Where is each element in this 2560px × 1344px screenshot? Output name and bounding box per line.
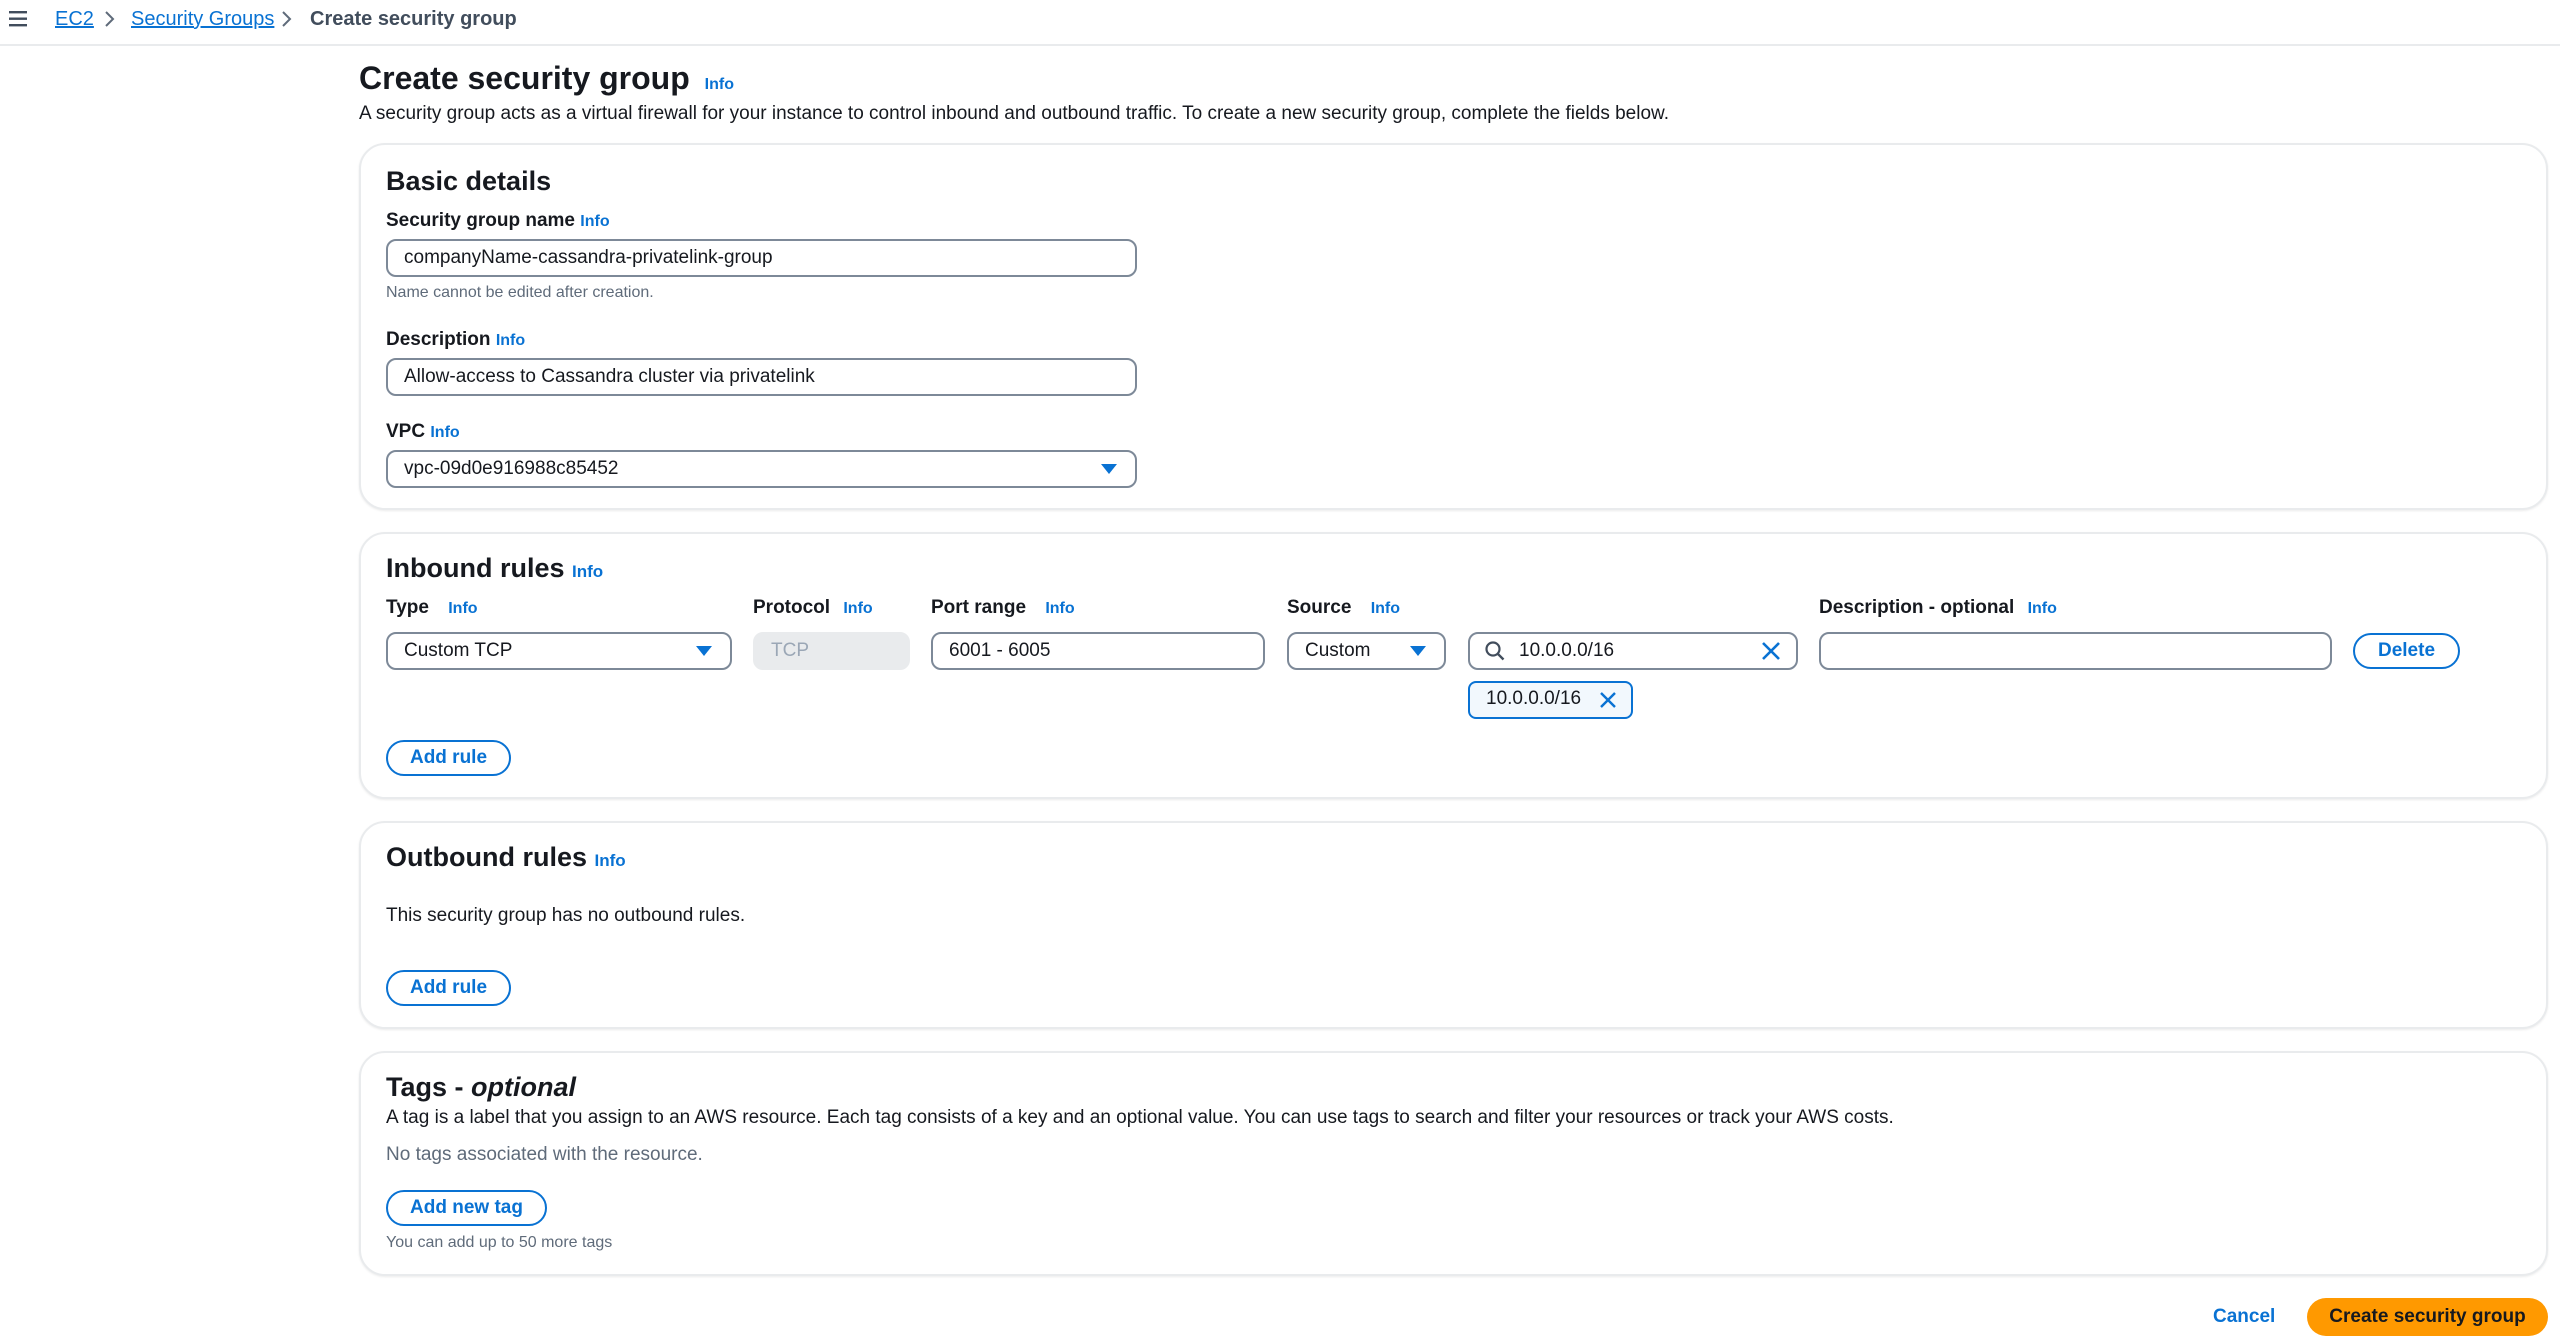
search-icon: [1485, 641, 1505, 661]
menu-icon[interactable]: [8, 8, 30, 30]
rule-type-select[interactable]: Custom TCP: [386, 632, 732, 670]
rule-description-input[interactable]: [1819, 632, 2332, 670]
inbound-add-rule-button[interactable]: Add rule: [386, 740, 511, 776]
security-group-name-hint: Name cannot be edited after creation.: [386, 284, 654, 301]
rule-description-column-label-text: Description - optional: [1819, 597, 2015, 618]
rule-description-info-link[interactable]: Info: [2028, 600, 2057, 617]
page-title-info-link[interactable]: Info: [705, 76, 734, 93]
source-info-link[interactable]: Info: [1371, 600, 1400, 617]
security-group-name-label: Security group name Info: [386, 209, 610, 234]
inbound-rules-heading: Inbound rules Info: [386, 551, 603, 589]
chevron-right-icon: [282, 11, 292, 27]
protocol-info-link[interactable]: Info: [843, 600, 872, 617]
security-group-name-info-link[interactable]: Info: [580, 213, 609, 230]
port-range-info-link[interactable]: Info: [1045, 600, 1074, 617]
caret-down-icon: [1410, 646, 1426, 656]
source-column-label-text: Source: [1287, 597, 1352, 618]
vpc-info-link[interactable]: Info: [430, 424, 459, 441]
description-input[interactable]: Allow-access to Cassandra cluster via pr…: [386, 358, 1137, 396]
type-column-label-text: Type: [386, 597, 429, 618]
caret-down-icon: [1101, 464, 1117, 474]
remove-token-icon[interactable]: [1597, 689, 1619, 711]
port-range-column-label: Port range Info: [931, 596, 1075, 621]
outbound-add-rule-button[interactable]: Add rule: [386, 970, 511, 1006]
page-description: A security group acts as a virtual firew…: [359, 103, 1669, 124]
breadcrumb-current: Create security group: [310, 8, 517, 30]
basic-details-heading: Basic details: [386, 166, 552, 196]
inbound-rules-info-link[interactable]: Info: [572, 562, 603, 581]
tags-heading: Tags - optional: [386, 1070, 576, 1104]
vpc-label: VPC Info: [386, 420, 460, 445]
inbound-rules-heading-text: Inbound rules: [386, 553, 565, 583]
chevron-right-icon: [105, 11, 115, 27]
page-title: Create security group Info: [359, 58, 734, 105]
rule-source-value: Custom: [1305, 640, 1371, 661]
vpc-select-value: vpc-09d0e916988c85452: [404, 458, 619, 479]
source-column-label: Source Info: [1287, 596, 1400, 621]
tags-empty-text: No tags associated with the resource.: [386, 1144, 703, 1165]
port-range-column-label-text: Port range: [931, 597, 1027, 618]
description-label-text: Description: [386, 329, 491, 350]
security-group-name-label-text: Security group name: [386, 210, 575, 231]
caret-down-icon: [696, 646, 712, 656]
tags-limit-hint: You can add up to 50 more tags: [386, 1234, 613, 1251]
page-title-text: Create security group: [359, 60, 690, 96]
security-group-name-input[interactable]: companyName-cassandra-privatelink-group: [386, 239, 1137, 277]
outbound-rules-info-link[interactable]: Info: [595, 851, 626, 870]
add-new-tag-button[interactable]: Add new tag: [386, 1190, 547, 1226]
vpc-label-text: VPC: [386, 421, 426, 442]
cidr-search-input[interactable]: 10.0.0.0/16: [1468, 632, 1798, 670]
rule-protocol-input: TCP: [753, 632, 910, 670]
breadcrumb-ec2[interactable]: EC2: [55, 7, 94, 31]
rule-type-value: Custom TCP: [404, 640, 513, 661]
description-label: Description Info: [386, 328, 525, 353]
breadcrumb-security-groups[interactable]: Security Groups: [131, 7, 274, 31]
tags-heading-text: Tags -: [386, 1072, 472, 1102]
description-info-link[interactable]: Info: [496, 332, 525, 349]
clear-input-icon[interactable]: [1759, 639, 1783, 663]
rule-description-column-label: Description - optional Info: [1819, 596, 2057, 621]
tags-heading-optional: optional: [471, 1072, 576, 1102]
protocol-column-label-text: Protocol: [753, 597, 831, 618]
type-column-label: Type Info: [386, 596, 478, 621]
cidr-search-value: 10.0.0.0/16: [1519, 640, 1615, 661]
vpc-select[interactable]: vpc-09d0e916988c85452: [386, 450, 1137, 488]
delete-rule-button[interactable]: Delete: [2353, 633, 2460, 669]
cancel-button[interactable]: Cancel: [2213, 1298, 2275, 1336]
create-security-group-button[interactable]: Create security group: [2307, 1298, 2548, 1336]
outbound-empty-text: This security group has no outbound rule…: [386, 905, 746, 926]
protocol-column-label: Protocol Info: [753, 596, 873, 621]
rule-port-range-input[interactable]: 6001 - 6005: [931, 632, 1265, 670]
type-info-link[interactable]: Info: [448, 600, 477, 617]
outbound-rules-heading-text: Outbound rules: [386, 842, 587, 872]
cidr-token-label: 10.0.0.0/16: [1486, 688, 1582, 709]
tags-description: A tag is a label that you assign to an A…: [386, 1107, 1894, 1128]
outbound-rules-heading: Outbound rules Info: [386, 840, 626, 878]
